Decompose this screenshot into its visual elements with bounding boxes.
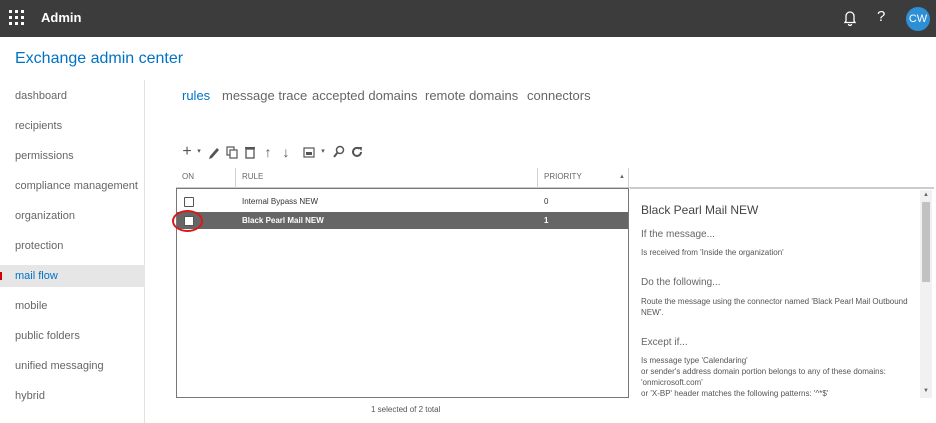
detail-except-line: 'onmicrosoft.com'	[641, 378, 703, 387]
detail-except-line: or 'X-BP' header matches the following p…	[641, 389, 829, 398]
nav-item-recipients[interactable]: recipients	[0, 115, 145, 137]
page-title: Exchange admin center	[15, 50, 184, 67]
top-bar: Admin ? CW	[0, 0, 936, 37]
nav-item-mail-flow[interactable]: mail flow	[0, 265, 145, 287]
detail-except-line: or sender's address domain portion belon…	[641, 367, 886, 376]
scroll-down-icon[interactable]: ▼	[922, 388, 930, 396]
tab-connectors[interactable]: connectors	[527, 88, 591, 103]
rule-name: Black Pearl Mail NEW	[242, 216, 324, 225]
detail-if-text: Is received from 'Inside the organizatio…	[641, 248, 784, 257]
tab-remote-domains[interactable]: remote domains	[425, 88, 518, 103]
export-dropdown-chevron-icon[interactable]: ▾	[316, 144, 330, 160]
column-header-on[interactable]: ON	[182, 172, 194, 181]
table-row-selected[interactable]: Black Pearl Mail NEW 1	[177, 212, 628, 229]
detail-except-line: Is message type 'Calendaring'	[641, 356, 748, 365]
add-dropdown-chevron-icon[interactable]: ▾	[192, 144, 206, 160]
nav-item-public-folders[interactable]: public folders	[0, 325, 145, 347]
details-scrollbar[interactable]: ▲ ▼	[920, 190, 932, 398]
delete-icon[interactable]	[243, 144, 257, 160]
column-header-rule[interactable]: RULE	[242, 172, 263, 181]
highlight-circle-annotation	[172, 210, 203, 232]
table-row[interactable]: Internal Bypass NEW 0	[177, 193, 628, 210]
rules-table-header: ON RULE PRIORITY ▲	[176, 168, 934, 188]
notifications-icon[interactable]	[843, 9, 857, 27]
nav-item-permissions[interactable]: permissions	[0, 145, 145, 167]
search-icon[interactable]	[332, 144, 346, 160]
rule-enabled-checkbox[interactable]	[184, 197, 194, 207]
app-title[interactable]: Admin	[41, 10, 81, 25]
nav-item-unified-messaging[interactable]: unified messaging	[0, 355, 145, 377]
refresh-icon[interactable]	[350, 144, 364, 160]
column-header-priority[interactable]: PRIORITY	[544, 172, 582, 181]
rule-priority: 0	[544, 197, 549, 206]
scroll-up-icon[interactable]: ▲	[922, 192, 930, 200]
detail-except-heading: Except if...	[641, 337, 688, 348]
move-up-icon[interactable]: ↑	[261, 144, 275, 160]
copy-icon[interactable]	[225, 144, 239, 160]
sort-ascending-icon[interactable]: ▲	[619, 174, 625, 180]
nav-item-protection[interactable]: protection	[0, 235, 145, 257]
detail-do-heading: Do the following...	[641, 277, 721, 288]
exchange-admin-page: Admin ? CW Exchange admin center dashboa…	[0, 0, 936, 423]
export-icon[interactable]	[302, 144, 316, 160]
tab-rules[interactable]: rules	[182, 88, 210, 103]
rule-name: Internal Bypass NEW	[242, 197, 319, 206]
nav-item-organization[interactable]: organization	[0, 205, 145, 227]
detail-if-heading: If the message...	[641, 229, 715, 240]
tab-accepted-domains[interactable]: accepted domains	[312, 88, 418, 103]
help-icon[interactable]: ?	[877, 8, 885, 25]
move-down-icon[interactable]: ↓	[279, 144, 293, 160]
nav-item-mobile[interactable]: mobile	[0, 295, 145, 317]
rule-details-pane: Black Pearl Mail NEW If the message... I…	[630, 188, 934, 398]
nav-item-compliance-management[interactable]: compliance management	[0, 175, 145, 197]
left-navigation: dashboard recipients permissions complia…	[0, 80, 145, 423]
tab-message-trace[interactable]: message trace	[222, 88, 307, 103]
detail-title: Black Pearl Mail NEW	[641, 203, 759, 217]
edit-icon[interactable]	[207, 144, 221, 160]
nav-item-hybrid[interactable]: hybrid	[0, 385, 145, 407]
detail-do-text: Route the message using the connector na…	[641, 297, 908, 317]
avatar[interactable]: CW	[906, 7, 930, 31]
rule-priority: 1	[544, 216, 549, 225]
app-launcher-icon[interactable]	[9, 10, 25, 26]
selection-status: 1 selected of 2 total	[371, 405, 441, 414]
nav-item-dashboard[interactable]: dashboard	[0, 85, 145, 107]
scrollbar-thumb[interactable]	[922, 202, 930, 282]
